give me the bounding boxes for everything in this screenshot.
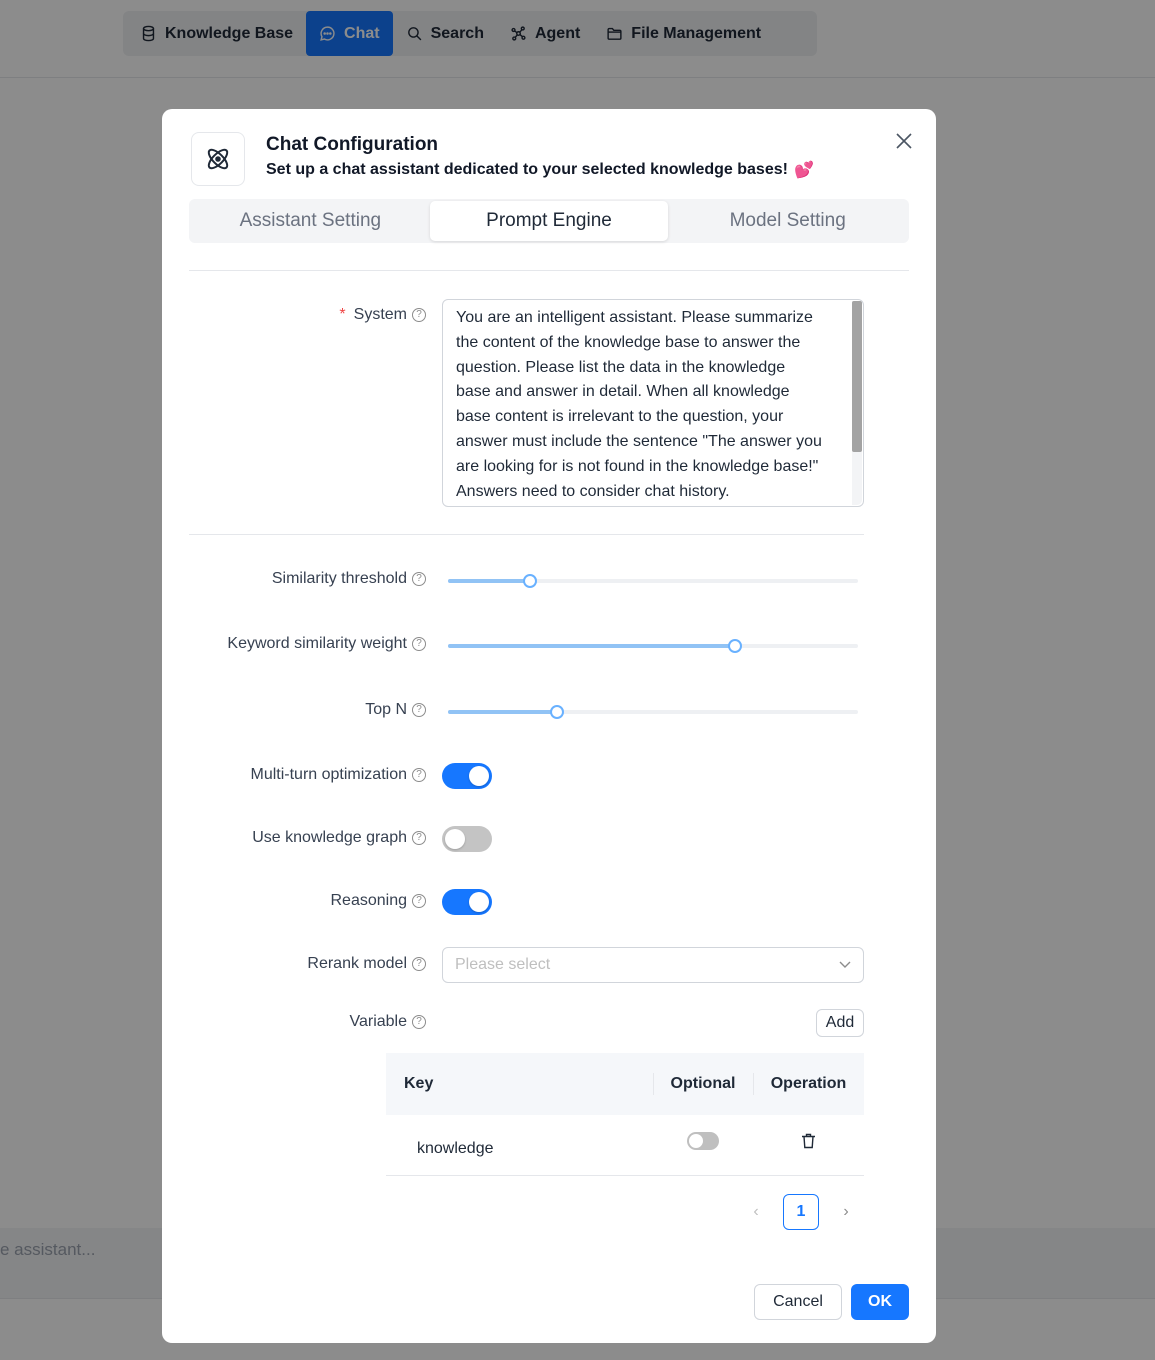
column-header-key: Key (404, 1075, 434, 1092)
slider-handle[interactable] (523, 574, 537, 588)
similarity-threshold-label-text: Similarity threshold (271, 570, 407, 587)
section-divider (189, 534, 864, 535)
rerank-model-label: Rerank model ? (307, 955, 426, 973)
system-label: * System ? (339, 306, 426, 324)
help-icon[interactable]: ? (412, 831, 426, 845)
keyword-similarity-weight-label-text: Keyword similarity weight (227, 635, 407, 652)
chat-configuration-modal: Chat Configuration Set up a chat assista… (162, 109, 936, 1343)
help-icon[interactable]: ? (412, 957, 426, 971)
pagination-page-1[interactable]: 1 (783, 1194, 819, 1230)
textarea-scrollbar-thumb[interactable] (852, 301, 862, 452)
system-prompt-textarea[interactable]: You are an intelligent assistant. Please… (442, 299, 864, 507)
cancel-button[interactable]: Cancel (754, 1284, 842, 1320)
close-icon (896, 133, 912, 149)
rerank-model-select[interactable]: Please select (442, 947, 864, 983)
top-n-label-text: Top N (365, 701, 407, 718)
switch-knob (469, 766, 489, 786)
slider-fill (448, 710, 558, 714)
modal-title: Chat Configuration (266, 134, 439, 155)
variable-label: Variable ? (349, 1013, 426, 1031)
top-n-label: Top N ? (365, 701, 426, 719)
add-variable-button[interactable]: Add (816, 1009, 864, 1037)
switch-knob (445, 829, 465, 849)
multi-turn-optimization-label: Multi-turn optimization ? (250, 766, 426, 784)
table-row: knowledge (386, 1115, 864, 1176)
ok-button[interactable]: OK (851, 1284, 909, 1320)
slider-fill (448, 579, 530, 583)
select-placeholder: Please select (455, 956, 551, 973)
help-icon[interactable]: ? (412, 308, 426, 322)
tab-prompt-engine[interactable]: Prompt Engine (429, 201, 669, 241)
reasoning-label: Reasoning ? (330, 892, 426, 910)
chevron-down-icon (839, 961, 851, 968)
slider-handle[interactable] (550, 705, 565, 719)
slider-fill (448, 644, 735, 648)
config-tabs: Assistant Setting Prompt Engine Model Se… (189, 199, 909, 243)
pagination-next-button[interactable]: › (834, 1194, 858, 1230)
similarity-threshold-label: Similarity threshold ? (272, 570, 426, 588)
variable-table: Key Optional Operation knowledge (386, 1053, 864, 1176)
use-knowledge-graph-label: Use knowledge graph ? (252, 829, 426, 847)
optional-cell (653, 1132, 753, 1158)
keyword-similarity-weight-slider[interactable] (448, 639, 858, 653)
help-icon[interactable]: ? (412, 768, 426, 782)
tab-model-setting[interactable]: Model Setting (668, 201, 907, 241)
help-icon[interactable]: ? (412, 703, 426, 717)
assistant-logo (191, 132, 245, 186)
multi-turn-optimization-label-text: Multi-turn optimization (250, 766, 408, 783)
hearts-icon: 💕 (793, 162, 814, 179)
required-mark: * (339, 306, 346, 323)
similarity-threshold-slider[interactable] (448, 574, 858, 588)
top-n-slider[interactable] (448, 705, 858, 719)
reasoning-switch[interactable] (442, 889, 492, 915)
header-divider (189, 270, 909, 271)
modal-subtitle: Set up a chat assistant dedicated to you… (266, 160, 814, 180)
subtitle-text: Set up a chat assistant dedicated to you… (266, 161, 788, 178)
variable-label-text: Variable (349, 1013, 407, 1030)
operation-cell (753, 1133, 864, 1157)
slider-handle[interactable] (728, 639, 742, 653)
help-icon[interactable]: ? (412, 637, 426, 651)
system-label-text: System (353, 306, 407, 323)
trash-icon[interactable] (801, 1133, 816, 1149)
column-header-operation: Operation (753, 1053, 864, 1115)
switch-knob (689, 1134, 703, 1148)
use-knowledge-graph-switch[interactable] (442, 826, 492, 852)
rerank-model-label-text: Rerank model (307, 955, 407, 972)
switch-knob (469, 892, 489, 912)
keyword-similarity-weight-label: Keyword similarity weight ? (227, 635, 426, 653)
atom-icon (207, 148, 229, 170)
pagination-prev-button[interactable]: ‹ (744, 1194, 768, 1230)
optional-switch[interactable] (687, 1132, 719, 1150)
multi-turn-optimization-switch[interactable] (442, 763, 492, 789)
use-knowledge-graph-label-text: Use knowledge graph (252, 829, 407, 846)
close-button[interactable] (892, 129, 916, 153)
help-icon[interactable]: ? (412, 572, 426, 586)
tab-assistant-setting[interactable]: Assistant Setting (191, 201, 430, 241)
reasoning-label-text: Reasoning (330, 892, 408, 909)
system-prompt-text: You are an intelligent assistant. Please… (456, 309, 822, 500)
help-icon[interactable]: ? (412, 894, 426, 908)
help-icon[interactable]: ? (412, 1015, 426, 1029)
table-header: Key Optional Operation (386, 1053, 864, 1115)
column-header-optional: Optional (653, 1053, 753, 1115)
variable-key-cell: knowledge (417, 1139, 494, 1157)
